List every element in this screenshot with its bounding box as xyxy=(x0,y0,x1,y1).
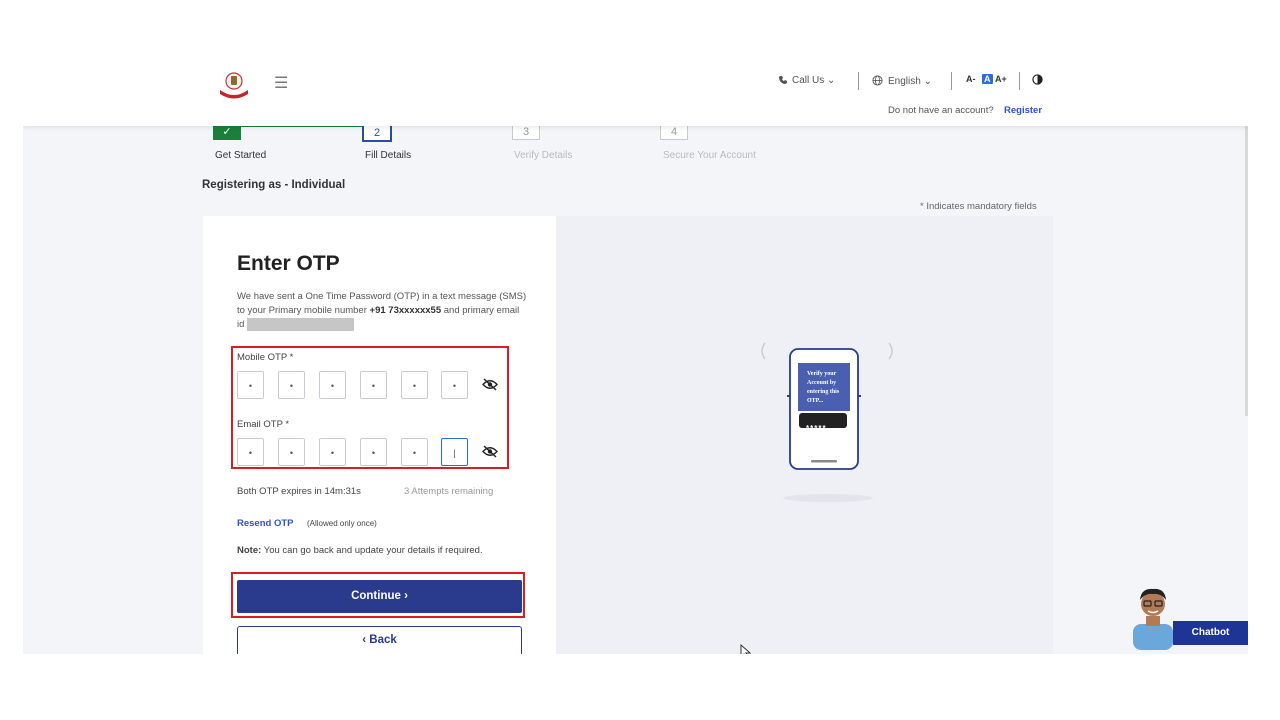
mobile-otp-label: Mobile OTP * xyxy=(237,352,294,363)
chevron-left-icon: ‹ xyxy=(362,634,367,646)
otp-description: We have sent a One Time Password (OTP) i… xyxy=(237,291,527,331)
menu-icon[interactable]: ☰ xyxy=(274,73,288,93)
phone-icon xyxy=(779,76,787,84)
mobile-otp-digit-4[interactable]: • xyxy=(360,371,387,399)
mobile-otp-digit-3[interactable]: • xyxy=(319,371,346,399)
email-otp-digit-5[interactable]: • xyxy=(401,438,428,466)
email-otp-digit-3[interactable]: • xyxy=(319,438,346,466)
scrollbar[interactable] xyxy=(1245,96,1248,416)
check-icon: ✓ xyxy=(222,126,232,138)
attempts-remaining: 3 Attempts remaining xyxy=(404,486,494,497)
divider xyxy=(951,72,952,90)
chevron-right-icon: › xyxy=(404,590,408,602)
otp-expiry-timer: Both OTP expires in 14m:31s xyxy=(237,486,361,497)
top-header: ☰ Call Us ⌄ English ⌄ A- A A+ Do not hav… xyxy=(23,66,1248,126)
divider xyxy=(1019,72,1020,90)
chatbot-avatar-icon[interactable] xyxy=(1127,584,1179,650)
browser-viewport: ☰ Call Us ⌄ English ⌄ A- A A+ Do not hav… xyxy=(23,66,1248,654)
mobile-otp-digit-2[interactable]: • xyxy=(278,371,305,399)
otp-card: Enter OTP We have sent a One Time Passwo… xyxy=(203,216,1053,654)
contrast-icon[interactable] xyxy=(1032,74,1043,85)
step-label-verify-details: Verify Details xyxy=(514,150,573,161)
mobile-otp-digit-6[interactable]: • xyxy=(441,371,468,399)
email-otp-digit-1[interactable]: • xyxy=(237,438,264,466)
step-label-get-started: Get Started xyxy=(215,150,267,161)
email-otp-digit-6[interactable]: | xyxy=(441,438,468,466)
note-text: Note: You can go back and update your de… xyxy=(237,545,483,556)
call-us-dropdown[interactable]: Call Us ⌄ xyxy=(792,75,835,86)
font-increase-button[interactable]: A+ xyxy=(995,74,1007,84)
redacted-email xyxy=(247,318,355,331)
phone-screen-text: Verify your Account by entering this OTP… xyxy=(807,371,840,404)
mobile-otp-digit-1[interactable]: • xyxy=(237,371,264,399)
email-otp-digit-2[interactable]: • xyxy=(278,438,305,466)
mouse-cursor-icon xyxy=(740,644,752,654)
divider xyxy=(858,72,859,90)
step-label-fill-details: Fill Details xyxy=(365,150,412,161)
email-otp-label: Email OTP * xyxy=(237,419,290,430)
back-button[interactable]: ‹ Back xyxy=(237,626,522,654)
emblem-logo-icon[interactable] xyxy=(217,70,251,100)
no-account-text: Do not have an account? xyxy=(888,105,994,116)
mandatory-fields-note: * Indicates mandatory fields xyxy=(920,201,1037,212)
registering-as-text: Registering as - Individual xyxy=(202,179,346,191)
page-title: Enter OTP xyxy=(237,252,340,275)
continue-button[interactable]: Continue › xyxy=(237,580,522,613)
otp-bubble-text: ***** xyxy=(806,424,827,433)
register-link[interactable]: Register xyxy=(1004,105,1042,116)
eye-off-icon[interactable] xyxy=(482,445,498,458)
otp-form-pane: Enter OTP We have sent a One Time Passwo… xyxy=(203,216,556,654)
font-normal-button[interactable]: A xyxy=(982,74,993,84)
mobile-number: +91 73xxxxxx55 xyxy=(369,305,442,316)
globe-icon xyxy=(872,75,883,86)
font-decrease-button[interactable]: A- xyxy=(966,74,976,84)
email-otp-digit-4[interactable]: • xyxy=(360,438,387,466)
language-dropdown[interactable]: English ⌄ xyxy=(888,76,932,87)
resend-otp-note: (Allowed only once) xyxy=(307,519,377,528)
step-label-secure-account: Secure Your Account xyxy=(663,150,756,161)
chatbot-button[interactable]: Chatbot xyxy=(1173,621,1248,645)
mobile-otp-digit-5[interactable]: • xyxy=(401,371,428,399)
resend-otp-link[interactable]: Resend OTP xyxy=(237,518,294,529)
eye-off-icon[interactable] xyxy=(482,378,498,391)
